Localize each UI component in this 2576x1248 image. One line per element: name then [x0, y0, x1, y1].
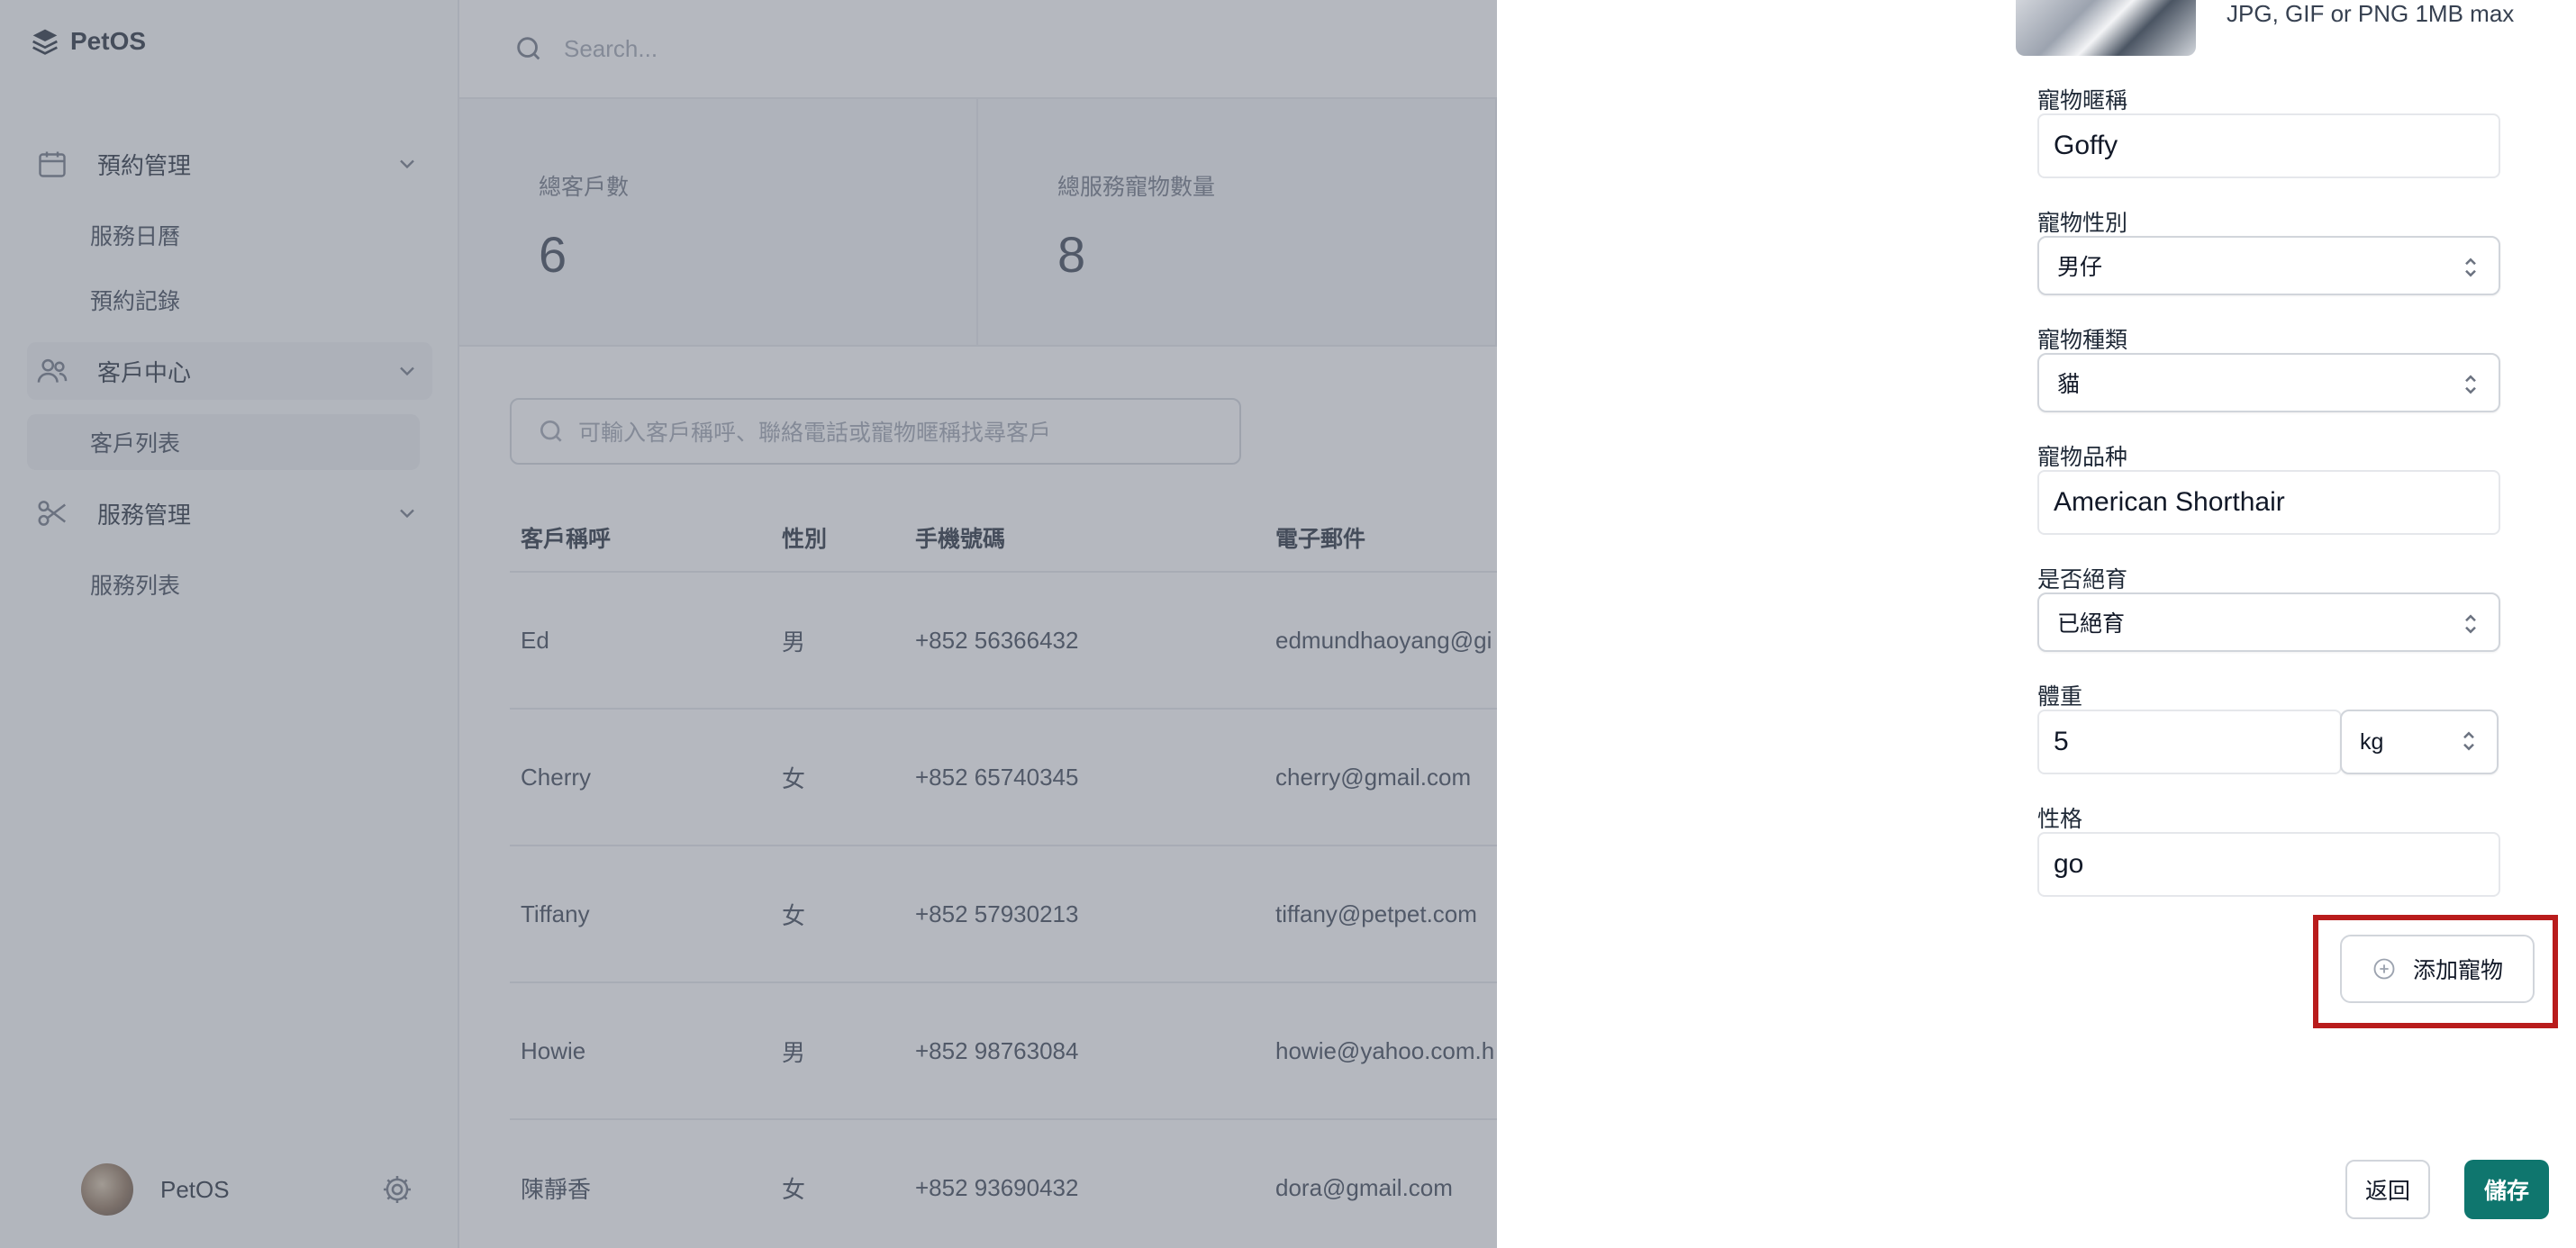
breed-input[interactable]: American Shorthair	[2037, 470, 2500, 535]
photo-upload-hint: JPG, GIF or PNG 1MB max	[2227, 0, 2515, 27]
species-select[interactable]: 貓	[2037, 353, 2500, 412]
weight-unit-value: kg	[2360, 728, 2384, 755]
weight-input[interactable]: 5	[2037, 710, 2342, 774]
pet-photo[interactable]	[2016, 0, 2196, 56]
gender-select[interactable]: 男仔	[2037, 236, 2500, 295]
select-arrows-icon	[2465, 375, 2476, 394]
nickname-input[interactable]: Goffy	[2037, 113, 2500, 178]
neutered-select-value: 已絕育	[2057, 611, 2126, 637]
select-arrows-icon	[2465, 258, 2476, 277]
gender-label: 寵物性別	[2037, 211, 2128, 236]
species-label: 寵物種類	[2037, 328, 2128, 353]
weight-unit-select[interactable]: kg	[2340, 710, 2499, 774]
select-arrows-icon	[2463, 731, 2474, 751]
neutered-select[interactable]: 已絕育	[2037, 592, 2500, 652]
personality-input[interactable]: go	[2037, 832, 2500, 897]
nickname-label: 寵物暱稱	[2037, 88, 2128, 113]
save-button[interactable]: 儲存	[2464, 1160, 2549, 1219]
neutered-label: 是否絕育	[2037, 567, 2128, 592]
breed-label: 寵物品种	[2037, 445, 2128, 470]
pet-form-panel: JPG, GIF or PNG 1MB max 寵物暱稱 Goffy 寵物性別 …	[1497, 0, 2576, 1248]
add-pet-label: 添加寵物	[2412, 958, 2503, 983]
modal-backdrop[interactable]	[0, 0, 1497, 1248]
select-arrows-icon	[2465, 614, 2476, 634]
gender-select-value: 男仔	[2057, 255, 2103, 280]
personality-label: 性格	[2037, 807, 2083, 832]
species-select-value: 貓	[2057, 372, 2081, 397]
add-pet-button[interactable]: 添加寵物	[2340, 935, 2535, 1003]
back-button[interactable]: 返回	[2345, 1160, 2430, 1219]
weight-label: 體重	[2037, 684, 2083, 710]
plus-circle-icon	[2373, 958, 2395, 980]
